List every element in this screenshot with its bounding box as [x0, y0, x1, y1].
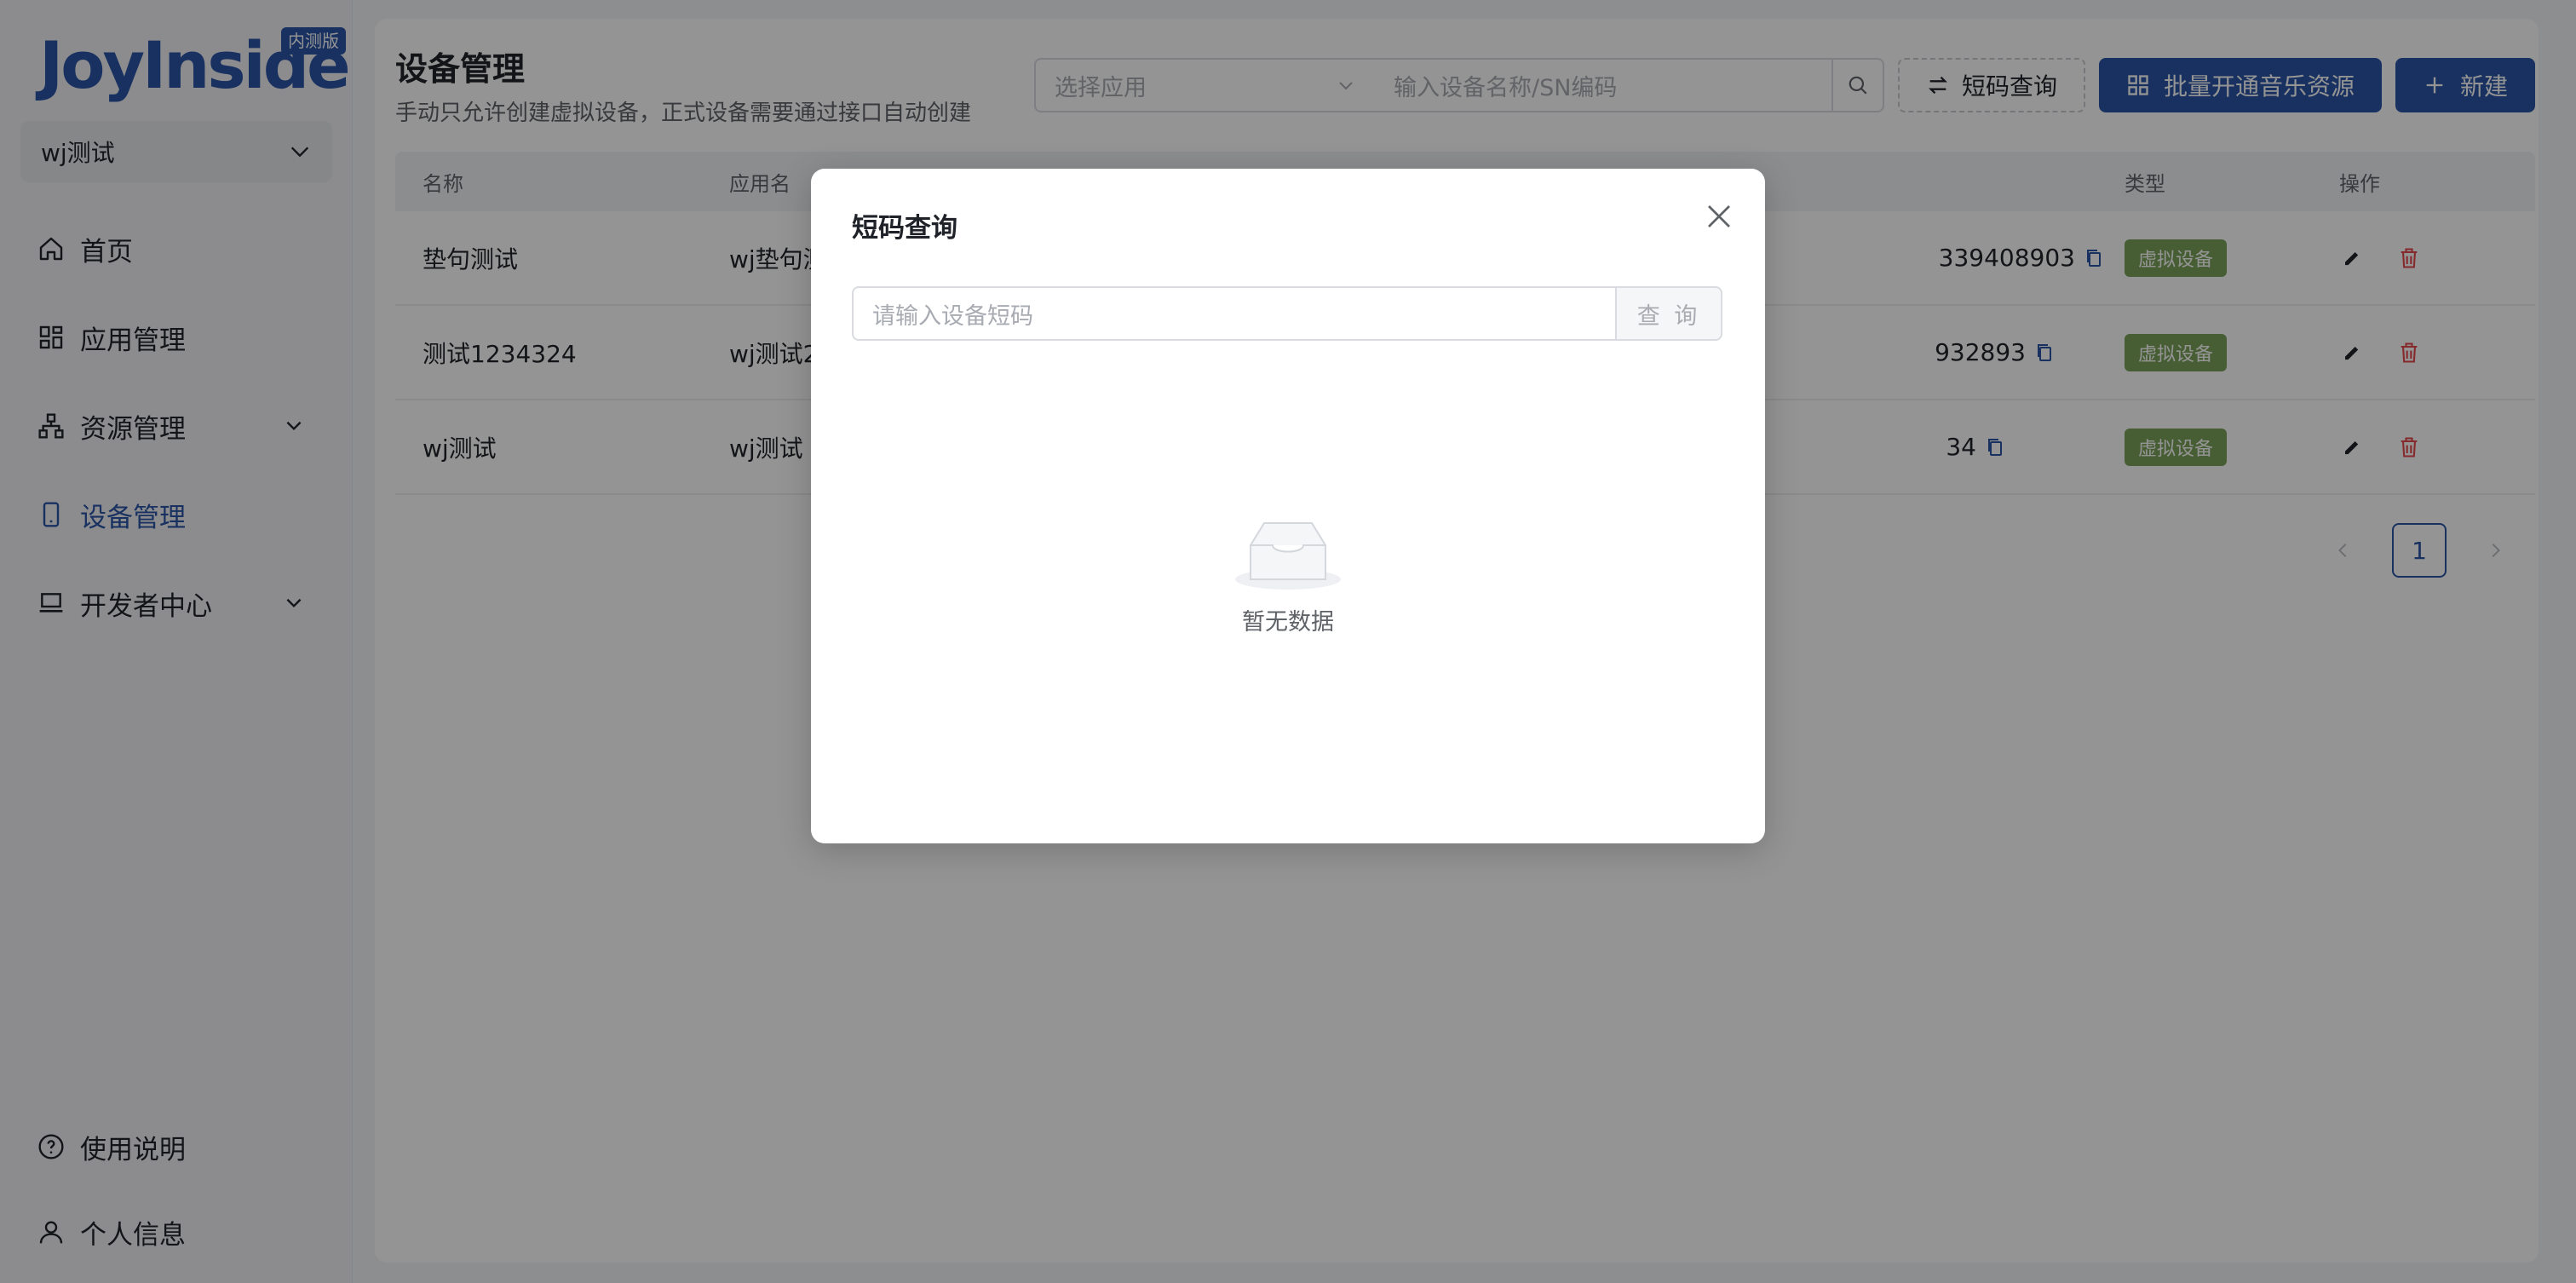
query-button[interactable]: 查 询	[1615, 286, 1722, 341]
empty-inbox-icon	[1235, 522, 1341, 590]
modal-title: 短码查询	[852, 213, 957, 244]
empty-state: 暂无数据	[811, 520, 1765, 636]
app-root: JoyInside 内测版 wj测试 首页 应用管理 资源管理 设备管理 开发者…	[0, 0, 2576, 1283]
short-code-modal: 短码查询 请输入设备短码 查 询 暂无数据	[811, 169, 1765, 843]
short-code-input-placeholder: 请输入设备短码	[872, 302, 1033, 330]
empty-state-text: 暂无数据	[1242, 609, 1334, 636]
close-icon[interactable]	[1704, 201, 1734, 232]
short-code-input[interactable]: 请输入设备短码	[852, 286, 1617, 341]
